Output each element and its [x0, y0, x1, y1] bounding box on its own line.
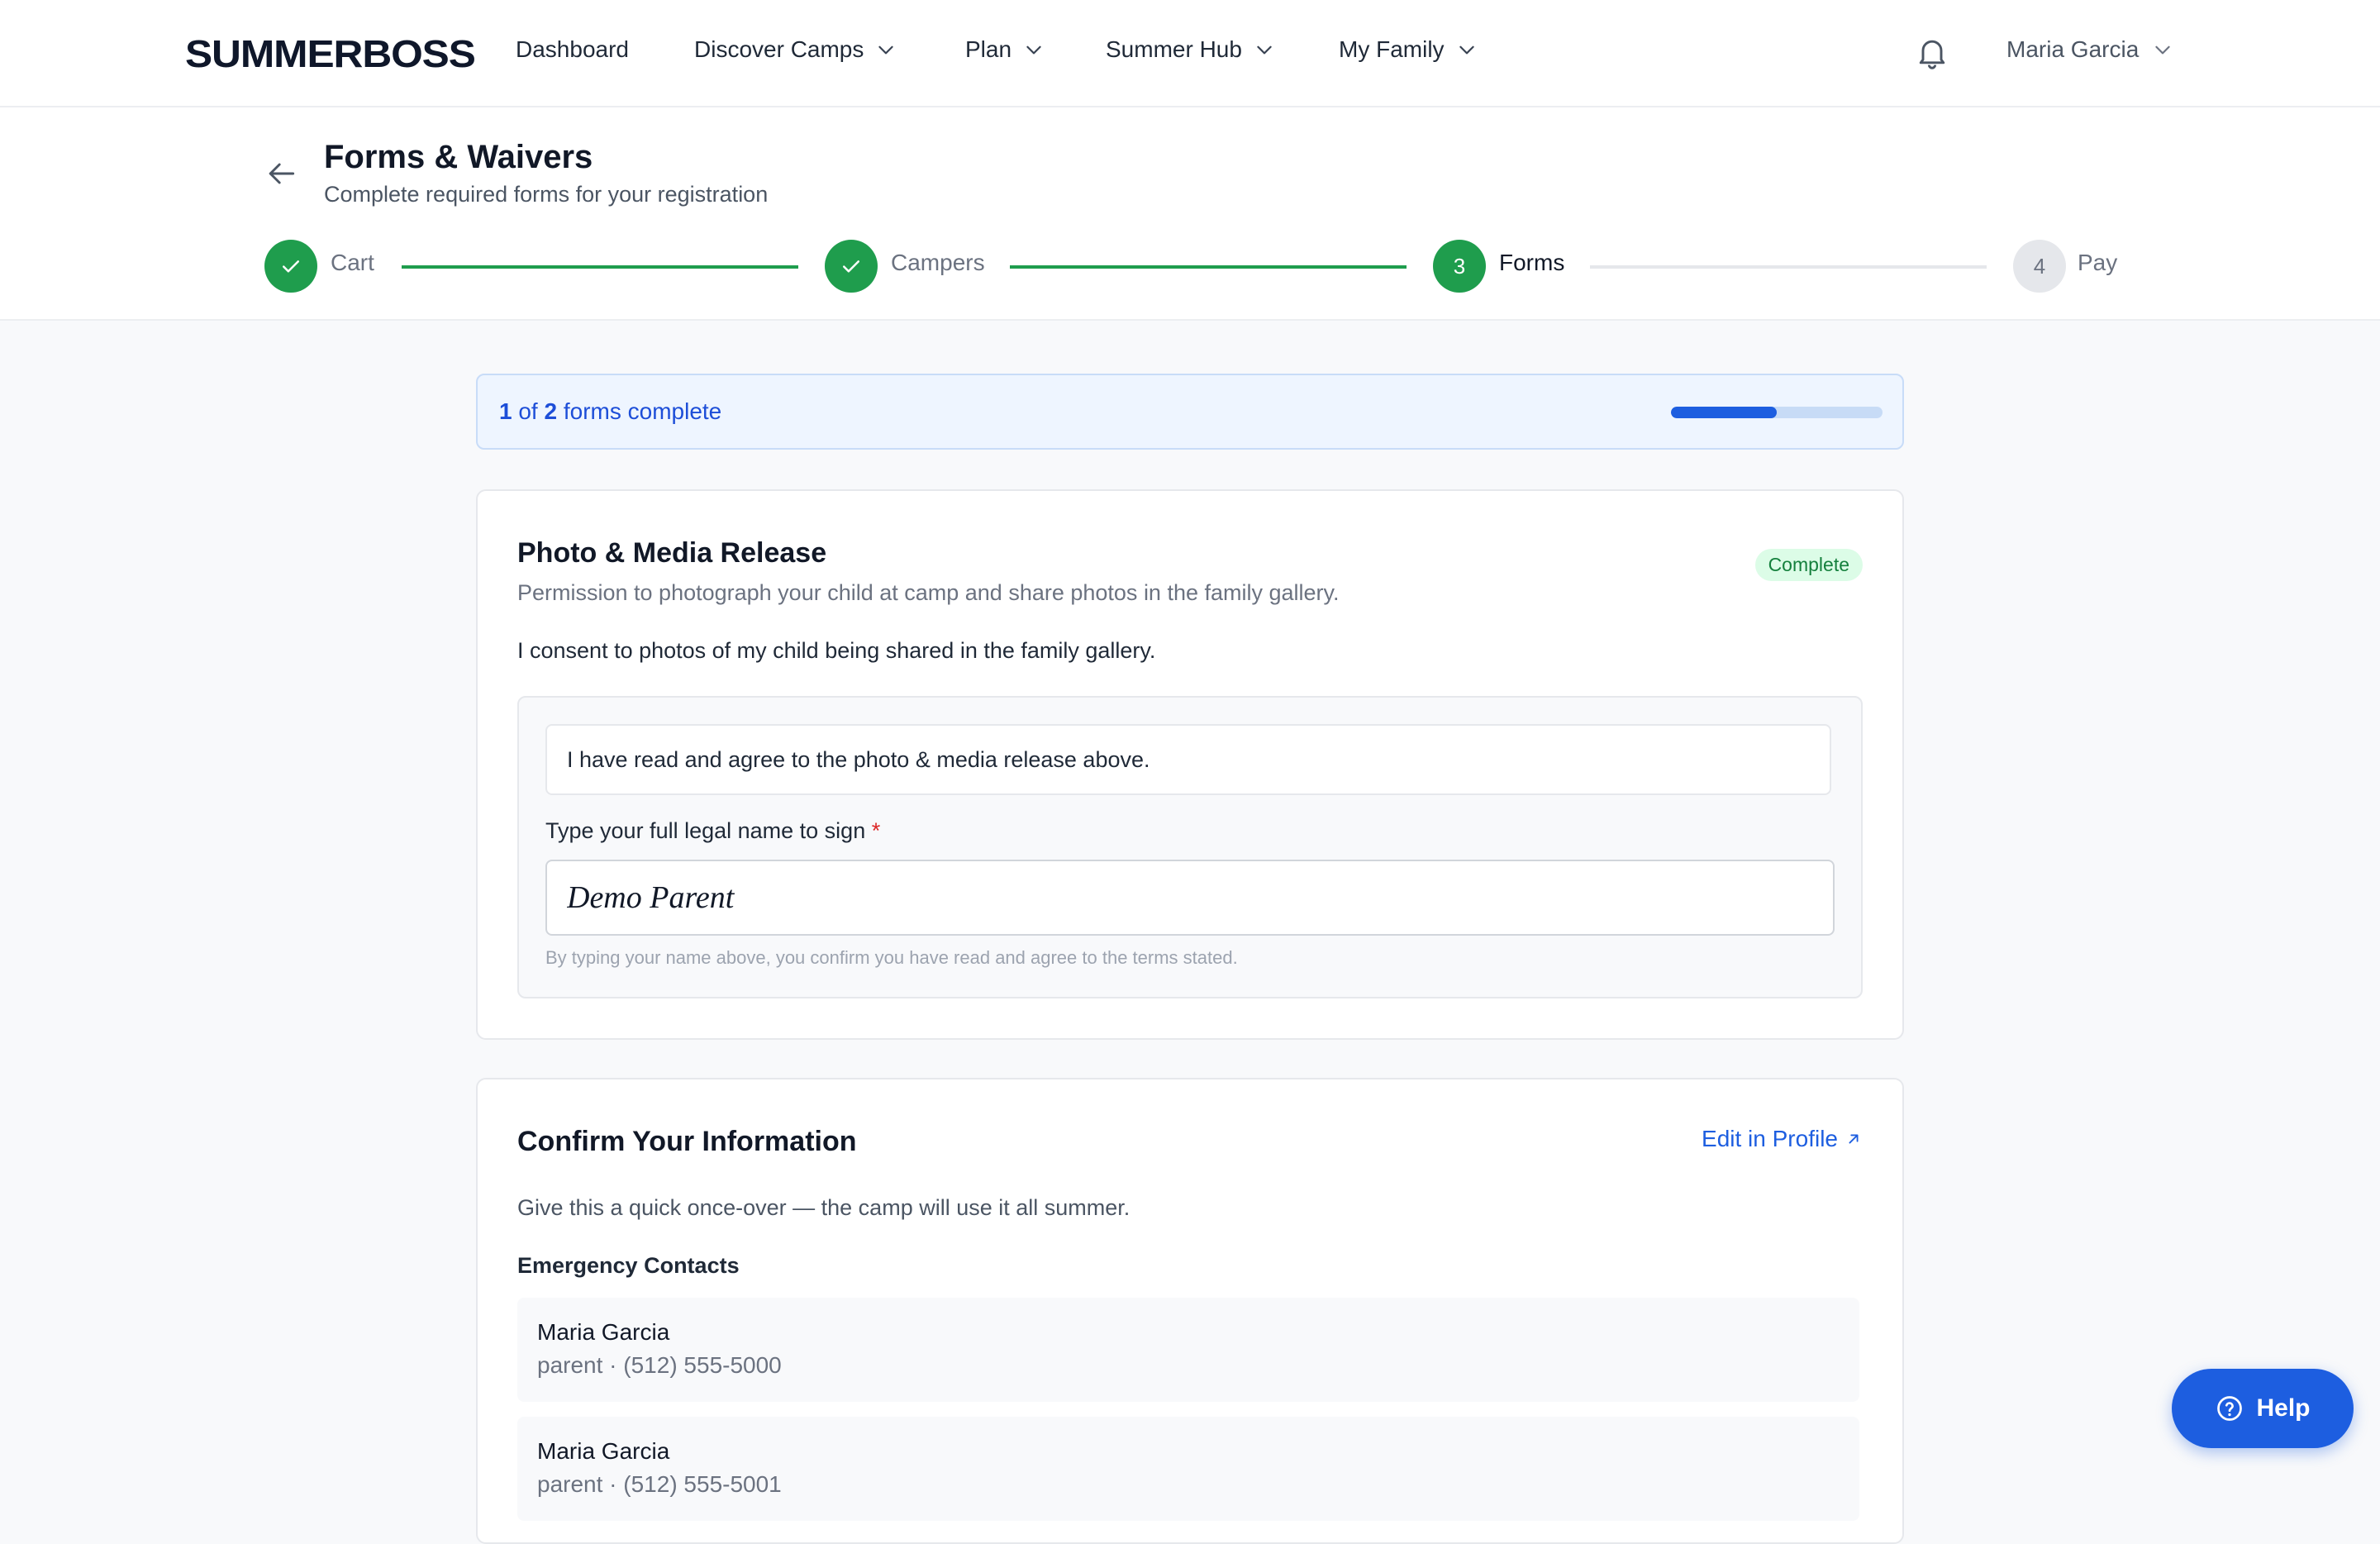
contact-name: Maria Garcia — [537, 1319, 670, 1345]
contact-name: Maria Garcia — [537, 1438, 670, 1464]
page-subtitle: Complete required forms for your registr… — [324, 182, 769, 207]
top-nav: SUMMERBOSS Dashboard Discover Camps Plan… — [0, 0, 2380, 107]
step-campers-label: Campers — [891, 250, 985, 275]
user-menu[interactable]: Maria Garcia — [2006, 36, 2173, 63]
section-title: Confirm Your Information — [517, 1126, 857, 1157]
contact-meta: parent · (512) 555-5001 — [537, 1471, 782, 1497]
nav-discover-camps[interactable]: Discover Camps — [694, 36, 897, 63]
signature-label: Type your full legal name to sign * — [545, 818, 880, 844]
step-connector — [1010, 265, 1407, 269]
forms-progress-banner: 1 of 2 forms complete — [476, 374, 1904, 450]
step-number: 3 — [1453, 253, 1466, 279]
nav-dashboard[interactable]: Dashboard — [516, 36, 629, 63]
progress-suffix: forms complete — [557, 398, 722, 424]
progress-bar-fill — [1671, 407, 1777, 418]
question-circle-icon — [2217, 1396, 2243, 1421]
step-cart-label: Cart — [331, 250, 374, 275]
signature-label-text: Type your full legal name to sign — [545, 818, 866, 843]
nav-label: Plan — [965, 36, 1012, 62]
step-cart-circle — [264, 240, 317, 293]
photo-release-card: Photo & Media Release Permission to phot… — [476, 489, 1904, 1040]
form-description: Permission to photograph your child at c… — [517, 580, 1340, 605]
emergency-contacts-label: Emergency Contacts — [517, 1253, 740, 1278]
step-pay-label: Pay — [2078, 250, 2118, 275]
progress-completed: 1 — [499, 398, 512, 424]
contact-item: Maria Garcia parent · (512) 555-5001 — [517, 1417, 1859, 1521]
form-title: Photo & Media Release — [517, 537, 827, 569]
nav-label: Dashboard — [516, 36, 629, 62]
nav-label: My Family — [1339, 36, 1445, 62]
bell-icon[interactable] — [1914, 33, 1950, 71]
edit-link-label: Edit in Profile — [1702, 1126, 1838, 1151]
signature-hint: By typing your name above, you confirm y… — [545, 947, 1238, 968]
section-description: Give this a quick once-over — the camp w… — [517, 1195, 1130, 1220]
required-mark: * — [871, 818, 881, 843]
page-header: Forms & Waivers Complete required forms … — [0, 107, 2380, 321]
chevron-down-icon — [1459, 45, 1474, 55]
progress-total: 2 — [544, 398, 558, 424]
step-campers-circle — [825, 240, 878, 293]
step-connector — [1590, 265, 1987, 269]
contact-item: Maria Garcia parent · (512) 555-5000 — [517, 1298, 1859, 1402]
step-forms-label: Forms — [1499, 250, 1565, 275]
nav-my-family[interactable]: My Family — [1339, 36, 1478, 63]
chevron-down-icon — [1026, 45, 1041, 55]
step-number: 4 — [2033, 253, 2046, 279]
agree-statement[interactable]: I have read and agree to the photo & med… — [545, 724, 1831, 795]
signature-panel: I have read and agree to the photo & med… — [517, 696, 1863, 998]
progress-text: 1 of 2 forms complete — [499, 398, 721, 425]
contact-meta: parent · (512) 555-5000 — [537, 1352, 782, 1378]
consent-text: I consent to photos of my child being sh… — [517, 638, 1156, 663]
nav-summer-hub[interactable]: Summer Hub — [1106, 36, 1275, 63]
user-name: Maria Garcia — [2006, 36, 2140, 62]
status-badge: Complete — [1754, 549, 1863, 581]
external-arrow-icon — [1849, 1134, 1859, 1144]
signature-input[interactable] — [545, 860, 1835, 936]
page-title: Forms & Waivers — [324, 139, 593, 175]
check-icon — [843, 260, 859, 273]
progress-bar — [1671, 407, 1883, 418]
edit-in-profile-link[interactable]: Edit in Profile — [1702, 1126, 1863, 1152]
nav-label: Discover Camps — [694, 36, 864, 62]
logo[interactable]: SUMMERBOSS — [185, 31, 476, 76]
check-icon — [283, 260, 299, 273]
chevron-down-icon — [1257, 45, 1272, 55]
nav-plan[interactable]: Plan — [965, 36, 1045, 63]
chevron-down-icon — [2155, 45, 2170, 55]
confirm-information-card: Confirm Your Information Edit in Profile… — [476, 1078, 1904, 1544]
chevron-down-icon — [878, 45, 894, 55]
nav-label: Summer Hub — [1106, 36, 1242, 62]
step-pay-circle: 4 — [2013, 240, 2066, 293]
help-button[interactable]: Help — [2172, 1369, 2354, 1448]
arrow-left-icon[interactable] — [263, 155, 299, 192]
step-connector — [402, 265, 798, 269]
step-forms-circle: 3 — [1433, 240, 1486, 293]
progress-of: of — [512, 398, 545, 424]
help-label: Help — [2256, 1394, 2311, 1422]
